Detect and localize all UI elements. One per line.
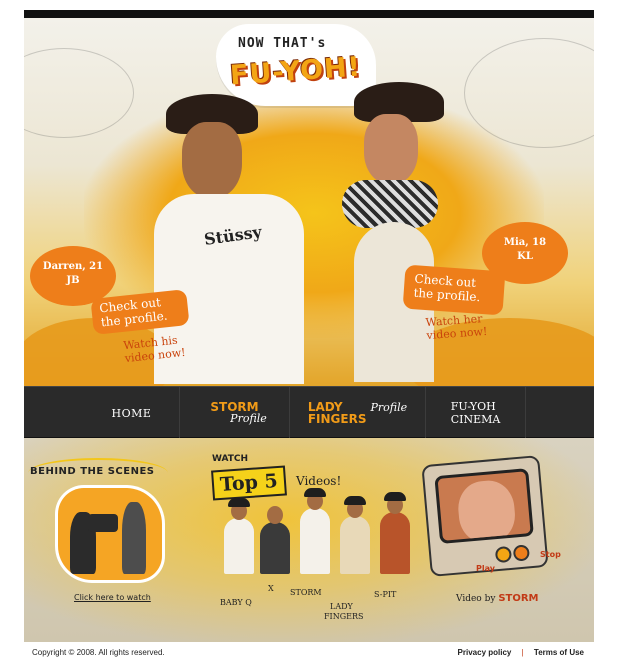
- play-label[interactable]: Play: [476, 564, 495, 573]
- member-name-s-pit[interactable]: S-PIT: [374, 590, 396, 599]
- mia-profile-link[interactable]: Check out the profile.: [413, 272, 482, 305]
- member-name-fingers[interactable]: FINGERS: [324, 612, 363, 621]
- camera-icon: [88, 514, 118, 532]
- crew-figure: [122, 502, 146, 574]
- mia-video-link[interactable]: Watch her video now!: [425, 312, 488, 342]
- hero-banner: NOW THAT's FU-YOH! Stüssy Darren, 21 JB …: [24, 18, 594, 386]
- member-name-x[interactable]: X: [268, 584, 274, 593]
- nav-lady-fingers-profile[interactable]: LADY FINGERS Profile: [290, 387, 426, 439]
- terms-of-use-link[interactable]: Terms of Use: [534, 648, 584, 657]
- hat-icon: [304, 488, 326, 497]
- nav-cinema-label-2: CINEMA: [450, 413, 501, 426]
- darren-place: JB: [66, 275, 80, 286]
- nav-storm-sublabel: Profile: [230, 412, 267, 425]
- face: [267, 506, 283, 524]
- stop-button[interactable]: [512, 544, 531, 562]
- face: [456, 478, 518, 545]
- footer-separator: |: [521, 648, 524, 657]
- nav-lady-sublabel: Profile: [370, 401, 408, 414]
- behind-the-scenes-link[interactable]: Click here to watch: [74, 593, 151, 602]
- tv-video-player[interactable]: [421, 455, 549, 577]
- member-s-pit[interactable]: [380, 492, 410, 574]
- stop-label[interactable]: Stop: [540, 550, 561, 559]
- video-credit: Video by STORM: [456, 593, 539, 604]
- logo-tagline: NOW THAT's: [238, 36, 327, 51]
- lower-section: BEHIND THE SCENES Click here to watch WA…: [24, 438, 594, 642]
- nav-storm-profile[interactable]: STORM Profile: [180, 387, 290, 439]
- member-baby-q[interactable]: [224, 498, 254, 574]
- member-storm[interactable]: [300, 488, 330, 574]
- nav-lady-block: LADY FINGERS: [308, 401, 367, 425]
- darren-name: Darren, 21: [42, 261, 104, 272]
- member-name-storm[interactable]: STORM: [290, 588, 322, 597]
- face: [182, 122, 242, 198]
- hat-icon: [344, 496, 366, 505]
- scarf: [342, 180, 438, 228]
- face: [364, 114, 418, 184]
- videos-label: Videos!: [296, 474, 342, 488]
- hat-icon: [228, 498, 250, 507]
- top-bar: [24, 10, 594, 18]
- member-name-baby-q[interactable]: BABY Q: [220, 598, 252, 607]
- tv-screen[interactable]: [434, 468, 534, 545]
- band-photo[interactable]: [220, 488, 424, 574]
- video-by-name: STORM: [498, 593, 539, 604]
- member-name-lady[interactable]: LADY: [330, 602, 353, 611]
- footer-links: Privacy policy | Terms of Use: [458, 648, 584, 657]
- copyright: Copyright © 2008. All rights reserved.: [32, 648, 165, 657]
- video-by-label: Video by: [456, 594, 496, 604]
- hat-icon: [384, 492, 406, 501]
- mia-name: Mia, 18: [503, 237, 547, 248]
- behind-the-scenes-thumbnail[interactable]: [58, 488, 162, 580]
- nav-home-label: HOME: [111, 406, 152, 420]
- behind-the-scenes-title: BEHIND THE SCENES: [30, 466, 155, 477]
- watch-label: WATCH: [212, 454, 249, 464]
- nav-fu-yoh-cinema[interactable]: FU-YOH CINEMA: [426, 387, 526, 439]
- nav-cinema-label-1: FU-YOH: [450, 400, 496, 413]
- footer: Copyright © 2008. All rights reserved. P…: [24, 646, 594, 662]
- nav-home[interactable]: HOME: [84, 387, 180, 439]
- privacy-policy-link[interactable]: Privacy policy: [458, 648, 512, 657]
- nav-cinema-block: FU-YOH CINEMA: [451, 400, 501, 426]
- member-lady-fingers[interactable]: [340, 496, 370, 574]
- play-button[interactable]: [494, 545, 513, 564]
- mia-place: KL: [517, 251, 533, 262]
- page-frame: NOW THAT's FU-YOH! Stüssy Darren, 21 JB …: [24, 10, 594, 642]
- member-x[interactable]: [260, 506, 290, 574]
- main-nav: HOME STORM Profile LADY FINGERS Profile …: [24, 386, 594, 439]
- nav-lady-label-2: FINGERS: [307, 412, 367, 426]
